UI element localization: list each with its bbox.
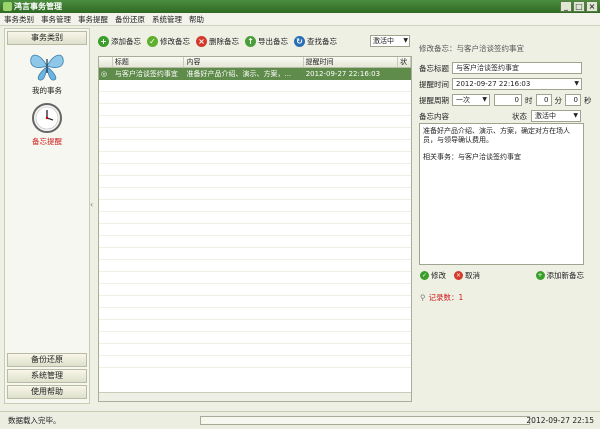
time-row: 提醒时间 2012-09-27 22:16:03 ▼	[419, 78, 582, 90]
magnifier-icon: ⚲	[420, 293, 426, 302]
sidebar-item-label: 我的事务	[32, 86, 62, 95]
menu-help[interactable]: 帮助	[189, 13, 204, 25]
butterfly-icon	[30, 54, 64, 81]
detail-panel-title: 修改备忘：与客户洽谈签约事宜	[419, 44, 524, 53]
add-new-button[interactable]: + 添加新备忘	[535, 270, 584, 281]
memo-content-textarea[interactable]: 准备好产品介绍、演示、方案，确定对方在场人员，与领导确认费用。 相关事务：与客户…	[419, 123, 584, 265]
minimize-button[interactable]: _	[560, 1, 572, 12]
status-datetime: 2012-09-27 22:15	[526, 416, 594, 425]
menu-bar: 事务类别 事务管理 事务提醒 备份还原 系统管理 帮助	[0, 13, 600, 26]
title-row: 备忘标题 与客户洽谈签约事宜	[419, 62, 582, 74]
status-message: 数据载入完毕。	[8, 416, 61, 425]
chevron-down-icon: ▼	[482, 96, 487, 103]
collapse-handle[interactable]: ‹	[90, 200, 96, 230]
content-row: 备忘内容 状态 激活中 ▼	[419, 110, 581, 122]
menu-category[interactable]: 事务类别	[4, 13, 34, 25]
sidebar-header-help[interactable]: 使用帮助	[7, 385, 87, 399]
menu-manage[interactable]: 事务管理	[41, 13, 71, 25]
table-header: 标题 内容 提醒时间 状	[99, 57, 411, 68]
add-button[interactable]: + 添加备忘	[98, 35, 141, 47]
column-content[interactable]: 内容	[184, 57, 304, 67]
period-row: 提醒周期 一次 ▼ 0 时 0 分 0 秒	[419, 94, 592, 106]
menu-backup[interactable]: 备份还原	[115, 13, 145, 25]
delete-icon: ×	[196, 35, 207, 47]
table-row[interactable]: ◎ 与客户洽谈签约事宜 准备好产品介绍、演示、方案，... 2012-09-27…	[99, 68, 411, 80]
edit-button[interactable]: ✓ 修改备忘	[147, 35, 190, 47]
toolbar: + 添加备忘 ✓ 修改备忘 × 删除备忘 ↑ 导出备忘 ↻ 查找备忘 激活中 ▼	[98, 30, 410, 52]
sidebar: 事务类别 我的事务 备忘提醒 备份还原 系统管理 使用帮助	[4, 28, 90, 404]
record-count: ⚲ 记录数：1	[420, 293, 464, 302]
chevron-down-icon: ▼	[573, 112, 578, 119]
memo-table: 标题 内容 提醒时间 状 ◎ 与客户洽谈签约事宜 准备好产品介绍、演示、方案，.…	[98, 56, 412, 402]
column-status[interactable]: 状	[398, 57, 411, 67]
sidebar-item-label: 备忘提醒	[32, 137, 62, 146]
plus-icon: +	[98, 35, 109, 47]
chevron-down-icon: ▼	[574, 80, 579, 87]
sidebar-item-my-tasks[interactable]: 我的事务	[5, 49, 89, 96]
sidebar-header-category[interactable]: 事务类别	[7, 31, 87, 45]
period-hour-input[interactable]: 0	[494, 94, 522, 106]
save-button[interactable]: ✓ 修改	[420, 270, 446, 281]
detail-actions: ✓ 修改 × 取消 + 添加新备忘	[420, 270, 584, 281]
app-icon	[3, 2, 12, 11]
window-title: 鸿言事务管理	[14, 2, 62, 11]
remind-time-picker[interactable]: 2012-09-27 22:16:03 ▼	[452, 78, 582, 90]
export-button[interactable]: ↑ 导出备忘	[245, 35, 288, 47]
check-icon: ✓	[420, 271, 429, 280]
sidebar-header-system[interactable]: 系统管理	[7, 369, 87, 383]
close-icon: ×	[454, 271, 463, 280]
status-bar: 数据载入完毕。 2012-09-27 22:15	[0, 411, 600, 429]
column-time[interactable]: 提醒时间	[304, 57, 399, 67]
find-button[interactable]: ↻ 查找备忘	[294, 35, 337, 47]
clock-icon	[32, 103, 62, 133]
row-status-icon: ◎	[101, 70, 108, 78]
period-second-input[interactable]: 0	[565, 94, 581, 106]
status-select[interactable]: 激活中 ▼	[531, 110, 581, 122]
plus-icon: +	[535, 271, 545, 280]
check-icon: ✓	[147, 35, 158, 47]
progress-bar	[200, 416, 530, 425]
chevron-down-icon: ▼	[403, 37, 408, 44]
period-minute-input[interactable]: 0	[535, 94, 552, 106]
sidebar-header-backup[interactable]: 备份还原	[7, 353, 87, 367]
menu-remind[interactable]: 事务提醒	[78, 13, 108, 25]
search-icon: ↻	[294, 35, 305, 47]
delete-button[interactable]: × 删除备忘	[196, 35, 239, 47]
cancel-button[interactable]: × 取消	[454, 270, 480, 281]
horizontal-scrollbar[interactable]	[99, 392, 411, 401]
arrow-up-icon: ↑	[245, 35, 256, 47]
column-title[interactable]: 标题	[113, 57, 185, 67]
sidebar-item-reminder[interactable]: 备忘提醒	[5, 100, 89, 147]
menu-system[interactable]: 系统管理	[152, 13, 182, 25]
close-button[interactable]: ×	[586, 1, 598, 12]
memo-title-input[interactable]: 与客户洽谈签约事宜	[452, 62, 582, 74]
status-filter-select[interactable]: 激活中 ▼	[370, 35, 410, 47]
title-bar: 鸿言事务管理 _ □ ×	[0, 0, 600, 13]
maximize-button[interactable]: □	[573, 1, 585, 12]
period-select[interactable]: 一次 ▼	[452, 94, 490, 106]
